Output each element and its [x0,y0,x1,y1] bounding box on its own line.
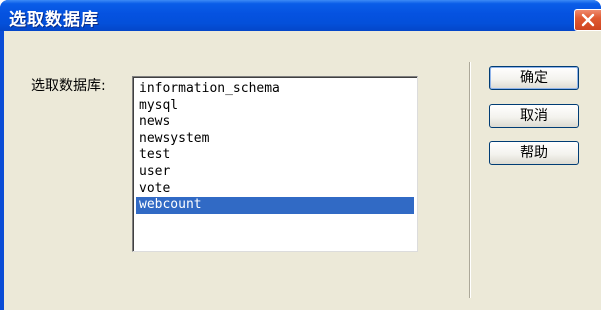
database-item[interactable]: vote [136,181,414,198]
ok-button[interactable]: 确定 [489,66,579,90]
cancel-button[interactable]: 取消 [489,104,579,128]
dialog-window: 选取数据库 选取数据库: information_schema mysql ne… [0,0,601,310]
help-button[interactable]: 帮助 [489,141,579,165]
database-item[interactable]: test [136,147,414,164]
vertical-divider [469,62,471,298]
database-item[interactable]: newsystem [136,131,414,148]
database-item[interactable]: information_schema [136,81,414,98]
database-item[interactable]: webcount [136,197,414,214]
title-bar[interactable]: 选取数据库 [0,0,601,31]
database-item[interactable]: news [136,114,414,131]
close-button[interactable] [574,9,601,31]
database-list: information_schema mysql news newsystem … [136,81,414,214]
database-item[interactable]: mysql [136,98,414,115]
window-title: 选取数据库 [9,10,99,30]
database-label: 选取数据库: [31,78,106,94]
database-listbox[interactable]: information_schema mysql news newsystem … [132,76,418,252]
database-item[interactable]: user [136,164,414,181]
